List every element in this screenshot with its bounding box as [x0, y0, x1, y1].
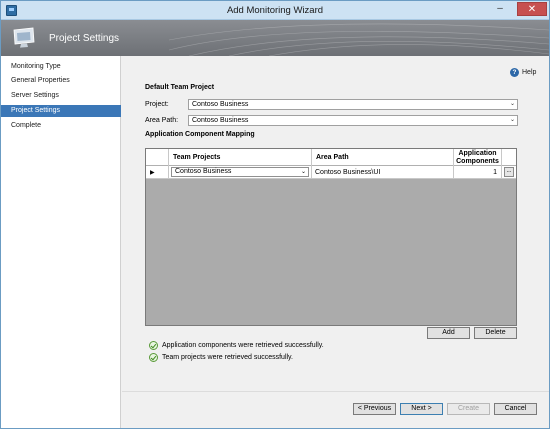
- column-area-path[interactable]: Area Path: [312, 149, 454, 166]
- area-path-value: Contoso Business\UI: [315, 169, 381, 176]
- nav-item-monitoring-type[interactable]: Monitoring Type: [1, 61, 121, 73]
- project-label: Project:: [145, 101, 169, 108]
- window-title: Add Monitoring Wizard: [226, 5, 324, 16]
- banner-title: Project Settings: [49, 33, 120, 44]
- wizard-footer: < Previous Next > Create Cancel: [122, 391, 549, 428]
- wizard-banner: Project Settings: [1, 20, 549, 56]
- team-project-value: Contoso Business: [175, 168, 232, 175]
- wizard-window: Add Monitoring Wizard – ✕ Project Settin…: [0, 0, 550, 429]
- nav-item-server-settings[interactable]: Server Settings: [1, 90, 121, 102]
- check-circle-icon: [149, 341, 158, 350]
- help-icon: ?: [510, 68, 519, 77]
- chevron-down-icon: ⌄: [509, 117, 515, 123]
- column-app-components-line1: Application: [458, 150, 497, 157]
- chevron-down-icon: ⌄: [300, 169, 306, 175]
- nav-item-project-settings[interactable]: Project Settings: [1, 105, 121, 117]
- grid-header: Team Projects Area Path Application Comp…: [146, 149, 516, 166]
- team-project-dropdown[interactable]: Contoso Business ⌄: [171, 167, 309, 177]
- column-application-components[interactable]: Application Components: [454, 149, 502, 166]
- browse-components-button[interactable]: ...: [504, 167, 514, 177]
- project-dropdown[interactable]: Contoso Business ⌄: [188, 99, 518, 110]
- area-path-label: Area Path:: [145, 117, 179, 124]
- components-cell[interactable]: 1: [454, 166, 502, 179]
- area-path-dropdown[interactable]: Contoso Business ⌄: [188, 115, 518, 126]
- components-count: 1: [493, 169, 497, 176]
- column-team-projects-label: Team Projects: [173, 154, 221, 161]
- help-label: Help: [522, 69, 537, 76]
- add-button[interactable]: Add: [427, 327, 470, 339]
- table-row[interactable]: ▶ Contoso Business ⌄ Contoso Business\UI…: [146, 166, 516, 179]
- monitor-icon: [13, 27, 35, 48]
- delete-button[interactable]: Delete: [474, 327, 517, 339]
- row-pointer-icon: ▶: [150, 170, 155, 176]
- column-edit: [502, 149, 516, 166]
- row-header-column: [146, 149, 169, 166]
- wizard-step-nav: Monitoring Type General Properties Serve…: [1, 56, 121, 428]
- cancel-button[interactable]: Cancel: [494, 403, 537, 415]
- column-area-path-label: Area Path: [316, 154, 349, 161]
- nav-item-general-properties[interactable]: General Properties: [1, 75, 121, 87]
- nav-item-complete[interactable]: Complete: [1, 120, 121, 132]
- project-dropdown-value: Contoso Business: [192, 101, 249, 108]
- close-button[interactable]: ✕: [517, 2, 547, 16]
- column-team-projects[interactable]: Team Projects: [169, 149, 312, 166]
- component-mapping-grid[interactable]: Team Projects Area Path Application Comp…: [145, 148, 517, 326]
- column-app-components-line2: Components: [456, 157, 499, 165]
- status-text: Application components were retrieved su…: [162, 342, 324, 349]
- check-circle-icon: [149, 353, 158, 362]
- banner-decoration: [169, 23, 549, 56]
- chevron-down-icon: ⌄: [509, 101, 515, 107]
- previous-button[interactable]: < Previous: [353, 403, 396, 415]
- next-button[interactable]: Next >: [400, 403, 443, 415]
- row-selector[interactable]: ▶: [146, 166, 169, 179]
- edit-cell: ...: [502, 166, 516, 179]
- mapping-heading: Application Component Mapping: [145, 131, 255, 138]
- area-path-cell[interactable]: Contoso Business\UI: [312, 166, 454, 179]
- team-project-cell[interactable]: Contoso Business ⌄: [169, 166, 312, 179]
- main-panel: ? Help Default Team Project Project: Con…: [122, 56, 549, 391]
- status-text: Team projects were retrieved successfull…: [162, 354, 293, 361]
- area-path-dropdown-value: Contoso Business: [192, 117, 249, 124]
- default-project-heading: Default Team Project: [145, 84, 215, 91]
- title-bar: Add Monitoring Wizard – ✕: [1, 1, 549, 20]
- minimize-button[interactable]: –: [489, 2, 511, 16]
- create-button[interactable]: Create: [447, 403, 490, 415]
